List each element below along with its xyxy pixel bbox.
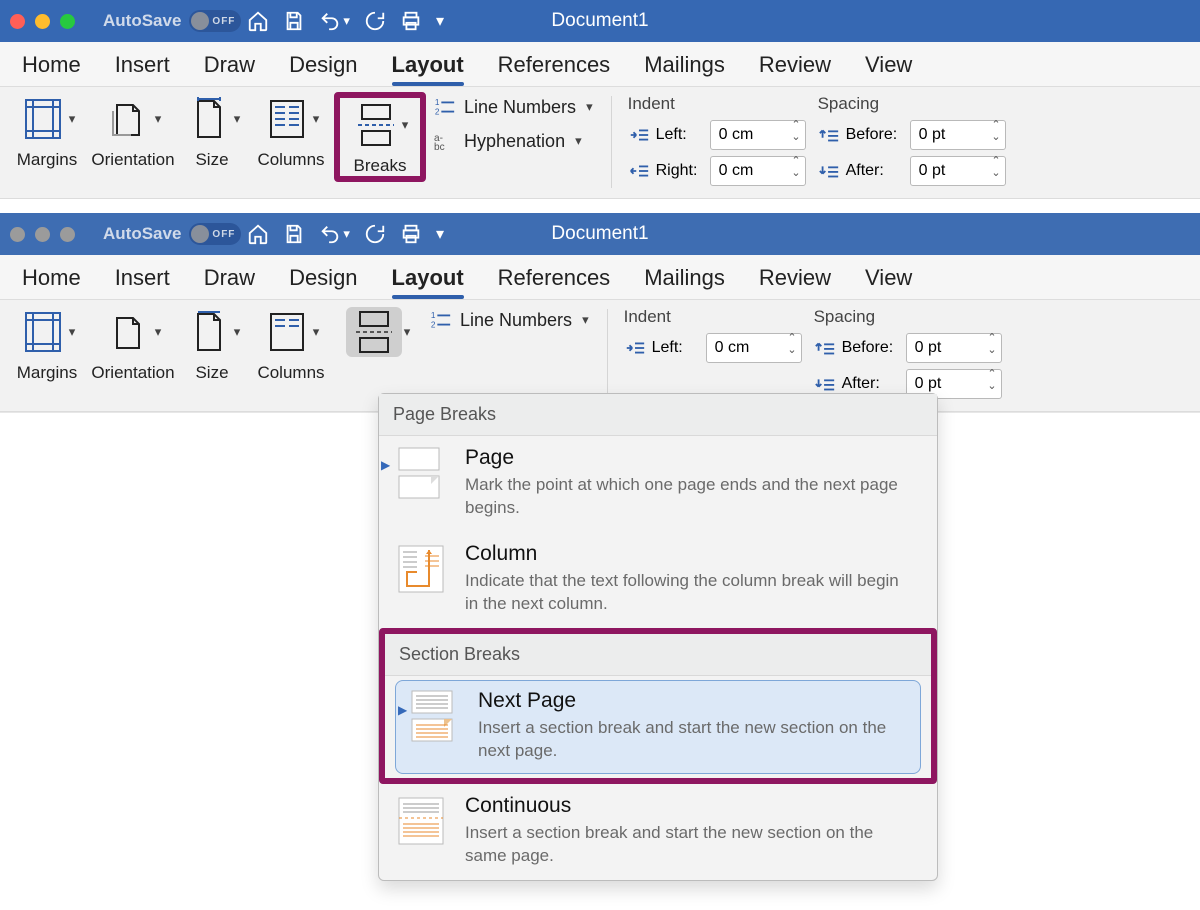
tab-home[interactable]: Home: [22, 265, 81, 297]
indent-left-label: Left:: [656, 126, 704, 144]
indent-left-input[interactable]: 0 cm: [710, 120, 806, 150]
size-button[interactable]: ▾ Size: [176, 92, 248, 170]
tab-review[interactable]: Review: [759, 52, 831, 84]
save-icon[interactable]: [283, 10, 305, 32]
indent-group: Indent Left: 0 cm Right: 0 cm: [622, 92, 812, 192]
print-icon[interactable]: [400, 10, 422, 32]
spacing-after-input[interactable]: 0 pt: [910, 156, 1006, 186]
play-indicator-icon: ▶: [398, 703, 407, 717]
window-top: AutoSave OFF ▾ ▾ Document1 Home Insert D…: [0, 0, 1200, 199]
ribbon-tabs: Home Insert Draw Design Layout Reference…: [0, 42, 1200, 87]
breaks-dropdown: Page Breaks ▶ Page Mark the point at whi…: [378, 393, 938, 881]
line-numbers-button[interactable]: 12 Line Numbers▾: [434, 96, 593, 118]
tab-references[interactable]: References: [498, 52, 611, 84]
svg-text:2: 2: [431, 320, 436, 329]
margins-button[interactable]: ▾ Margins: [4, 305, 90, 383]
breaks-button-pressed[interactable]: ▾: [334, 305, 422, 357]
indent-right-label: Right:: [656, 162, 704, 180]
home-icon[interactable]: [247, 223, 269, 245]
maximize-window-button[interactable]: [60, 227, 75, 242]
title-bar-inactive: AutoSave OFF ▾ ▾ Document1: [0, 213, 1200, 255]
continuous-break-icon: [393, 794, 449, 853]
redo-icon[interactable]: [364, 10, 386, 32]
section-breaks-highlight: Section Breaks ▶ Next Page Insert a sect…: [379, 628, 937, 784]
minimize-window-button[interactable]: [35, 227, 50, 242]
tab-references[interactable]: References: [498, 265, 611, 297]
undo-icon[interactable]: ▾: [319, 10, 350, 32]
breaks-button[interactable]: ▾ Breaks: [340, 98, 420, 176]
tab-insert[interactable]: Insert: [115, 265, 170, 297]
home-icon[interactable]: [247, 10, 269, 32]
tab-home[interactable]: Home: [22, 52, 81, 84]
autosave-toggle[interactable]: AutoSave OFF: [103, 10, 241, 32]
columns-button[interactable]: ▾ Columns: [248, 92, 334, 170]
customize-toolbar-icon[interactable]: ▾: [436, 11, 444, 31]
minimize-window-button[interactable]: [35, 14, 50, 29]
tab-design[interactable]: Design: [289, 52, 357, 84]
tab-mailings[interactable]: Mailings: [644, 52, 725, 84]
break-next-page-item[interactable]: ▶ Next Page Insert a section break and s…: [395, 680, 921, 774]
spacing-before-input[interactable]: 0 pt: [906, 333, 1002, 363]
spacing-before-label: Before:: [846, 126, 904, 144]
spacing-group: Spacing Before: 0 pt After: 0 pt: [808, 305, 1008, 405]
columns-button[interactable]: ▾ Columns: [248, 305, 334, 383]
break-continuous-item[interactable]: Continuous Insert a section break and st…: [379, 784, 937, 880]
undo-icon[interactable]: ▾: [319, 223, 350, 245]
column-break-icon: [393, 542, 449, 601]
orientation-button[interactable]: ▾ Orientation: [90, 305, 176, 383]
svg-text:1: 1: [435, 98, 440, 107]
tab-design[interactable]: Design: [289, 265, 357, 297]
breaks-highlight: ▾ Breaks: [334, 92, 426, 182]
close-window-button[interactable]: [10, 227, 25, 242]
title-bar: AutoSave OFF ▾ ▾ Document1: [0, 0, 1200, 42]
orientation-button[interactable]: ▾ Orientation: [90, 92, 176, 170]
play-indicator-icon: ▶: [381, 458, 390, 472]
svg-text:2: 2: [435, 107, 440, 116]
spacing-group: Spacing Before: 0 pt After: 0 pt: [812, 92, 1012, 192]
svg-text:bc: bc: [434, 142, 445, 152]
close-window-button[interactable]: [10, 14, 25, 29]
margins-button[interactable]: ▾ Margins: [4, 92, 90, 170]
autosave-toggle[interactable]: AutoSave OFF: [103, 223, 241, 245]
traffic-lights: [10, 14, 75, 29]
ribbon-tabs: Home Insert Draw Design Layout Reference…: [0, 255, 1200, 300]
tab-layout[interactable]: Layout: [392, 265, 464, 297]
tab-layout[interactable]: Layout: [392, 52, 464, 84]
spacing-after-label: After:: [846, 162, 904, 180]
redo-icon[interactable]: [364, 223, 386, 245]
tab-view[interactable]: View: [865, 265, 912, 297]
indent-group: Indent Left: 0 cm: [618, 305, 808, 405]
line-numbers-button[interactable]: 12 Line Numbers▾: [430, 309, 589, 331]
page-break-icon: [393, 446, 449, 505]
tab-mailings[interactable]: Mailings: [644, 265, 725, 297]
svg-text:1: 1: [431, 311, 436, 320]
autosave-label: AutoSave: [103, 11, 181, 31]
tab-draw[interactable]: Draw: [204, 52, 255, 84]
ribbon-layout: ▾ Margins ▾ Orientation ▾ Size ▾ Columns…: [0, 87, 1200, 199]
customize-toolbar-icon[interactable]: ▾: [436, 224, 444, 244]
page-breaks-header: Page Breaks: [379, 394, 937, 436]
spacing-before-input[interactable]: 0 pt: [910, 120, 1006, 150]
indent-left-input[interactable]: 0 cm: [706, 333, 802, 363]
tab-draw[interactable]: Draw: [204, 265, 255, 297]
print-icon[interactable]: [400, 223, 422, 245]
indent-right-input[interactable]: 0 cm: [710, 156, 806, 186]
window-bottom: AutoSave OFF ▾ ▾ Document1 Home Insert D…: [0, 213, 1200, 904]
tab-view[interactable]: View: [865, 52, 912, 84]
maximize-window-button[interactable]: [60, 14, 75, 29]
save-icon[interactable]: [283, 223, 305, 245]
break-page-item[interactable]: ▶ Page Mark the point at which one page …: [379, 436, 937, 532]
section-breaks-header: Section Breaks: [385, 634, 931, 676]
tab-insert[interactable]: Insert: [115, 52, 170, 84]
tab-review[interactable]: Review: [759, 265, 831, 297]
break-column-item[interactable]: Column Indicate that the text following …: [379, 532, 937, 628]
hyphenation-button[interactable]: a-bc Hyphenation▾: [434, 130, 593, 152]
next-page-break-icon: [406, 689, 462, 748]
size-button[interactable]: ▾ Size: [176, 305, 248, 383]
